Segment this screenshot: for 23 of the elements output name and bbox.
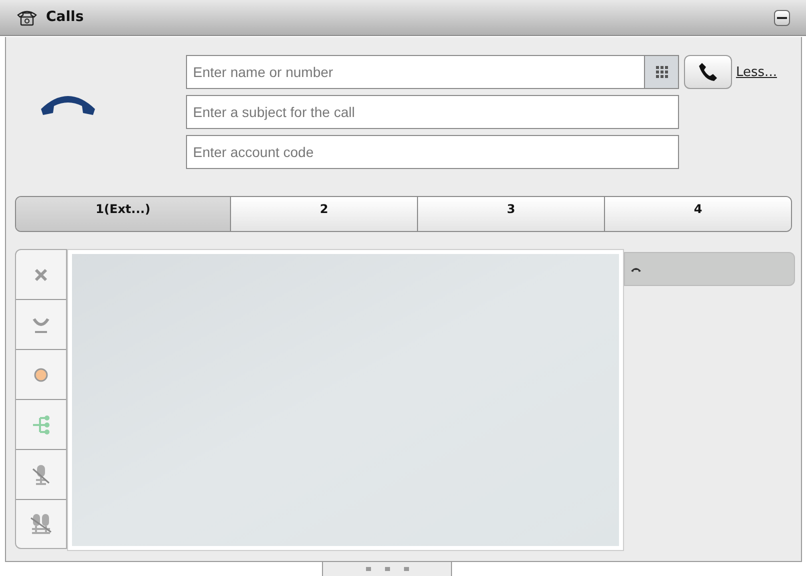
handset-icon bbox=[32, 316, 50, 334]
line-tab[interactable]: 4 bbox=[604, 197, 791, 231]
record-icon bbox=[34, 368, 48, 382]
window-title: Calls bbox=[46, 8, 84, 27]
telephone-icon bbox=[16, 8, 38, 26]
line-tab[interactable]: 1(Ext...) bbox=[16, 197, 230, 231]
minimize-button[interactable] bbox=[774, 10, 790, 26]
keypad-button[interactable] bbox=[645, 55, 679, 89]
less-link[interactable]: Less... bbox=[736, 63, 777, 82]
close-icon bbox=[34, 268, 48, 282]
muted-microphones-icon bbox=[30, 513, 52, 535]
muted-microphone-icon bbox=[32, 464, 50, 486]
resize-grip[interactable] bbox=[322, 562, 452, 576]
input-field[interactable]: Enter account code bbox=[186, 135, 679, 169]
handset-icon bbox=[631, 266, 641, 272]
keypad-icon bbox=[656, 66, 668, 78]
phone-icon bbox=[698, 62, 718, 82]
branch-icon bbox=[32, 414, 50, 434]
call-button[interactable] bbox=[684, 55, 732, 89]
input-field[interactable]: Enter a subject for the call bbox=[186, 95, 679, 129]
line-tab[interactable]: 2 bbox=[230, 197, 417, 231]
line-tab[interactable]: 3 bbox=[417, 197, 604, 231]
input-field[interactable]: Enter name or number bbox=[186, 55, 645, 89]
